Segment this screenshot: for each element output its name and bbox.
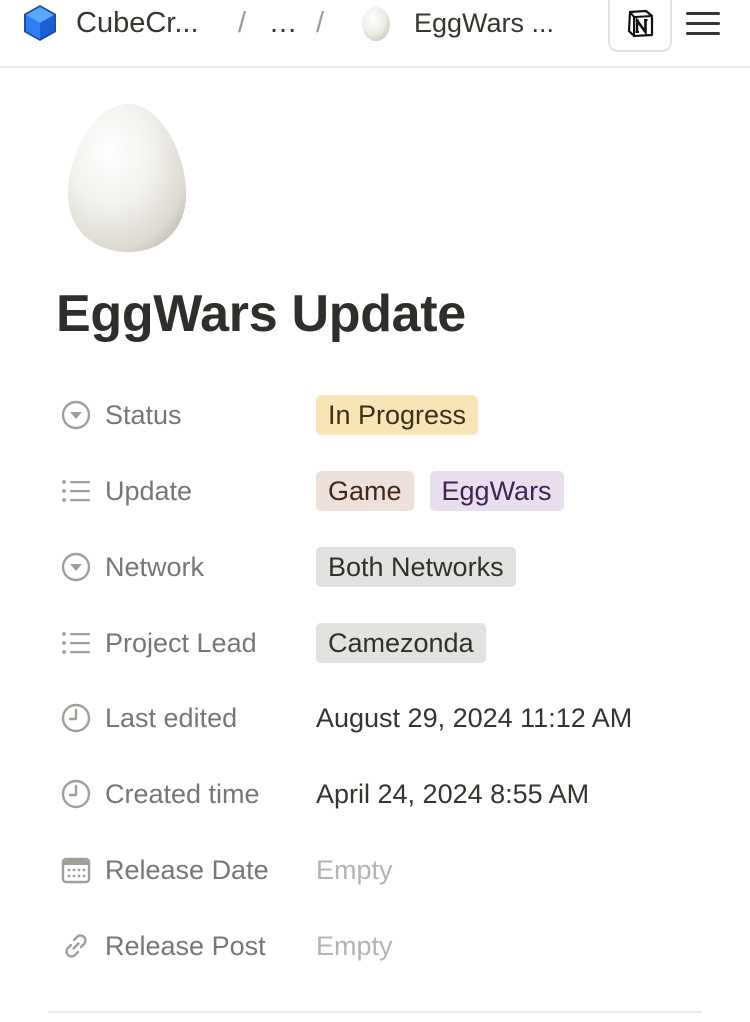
property-row-network[interactable]: Network Both Networks	[0, 539, 750, 595]
property-row-last-edited[interactable]: Last edited August 29, 2024 11:12 AM	[0, 690, 750, 746]
top-bar: CubeCr... / ... / EggWars ...	[0, 0, 750, 68]
property-value-release-post[interactable]: Empty	[316, 918, 393, 974]
project-lead-tag[interactable]: Camezonda	[316, 623, 486, 663]
property-label-release-date: Release Date	[105, 855, 269, 885]
property-value-status[interactable]: In Progress	[316, 387, 479, 443]
page-egg-icon[interactable]	[66, 102, 190, 254]
created-time-timestamp: April 24, 2024 8:55 AM	[316, 778, 590, 809]
multi-select-list-icon	[60, 627, 92, 659]
select-circle-icon	[60, 399, 92, 431]
property-row-release-post[interactable]: Release Post Empty	[0, 918, 750, 974]
property-label-network: Network	[105, 552, 205, 582]
select-circle-icon	[60, 551, 92, 583]
property-label-status: Status	[105, 400, 182, 430]
property-label-release-post: Release Post	[105, 931, 266, 961]
network-tag[interactable]: Both Networks	[316, 547, 516, 587]
workspace-name[interactable]: CubeCr...	[76, 0, 199, 46]
breadcrumb-separator: /	[316, 6, 325, 39]
link-icon	[60, 930, 92, 962]
breadcrumb-egg-icon[interactable]	[360, 0, 392, 46]
property-label-created-time: Created time	[105, 779, 260, 809]
breadcrumb-separator: /	[238, 6, 247, 39]
multi-select-list-icon	[60, 475, 92, 507]
property-label-update: Update	[105, 476, 193, 506]
property-row-release-date[interactable]: Release Date Empty	[0, 842, 750, 898]
property-label-last-edited: Last edited	[105, 703, 238, 733]
last-edited-timestamp: August 29, 2024 11:12 AM	[316, 702, 633, 733]
property-row-created-time[interactable]: Created time April 24, 2024 8:55 AM	[0, 766, 750, 822]
properties-divider	[48, 1011, 702, 1013]
property-row-project-lead[interactable]: Project Lead Camezonda	[0, 615, 750, 671]
breadcrumb-ellipsis[interactable]: ...	[270, 0, 297, 46]
property-value-release-date[interactable]: Empty	[316, 842, 393, 898]
property-row-update[interactable]: Update Game EggWars	[0, 463, 750, 519]
property-value-update[interactable]: Game EggWars	[316, 463, 564, 519]
property-value-last-edited: August 29, 2024 11:12 AM	[316, 690, 632, 746]
property-row-status[interactable]: Status In Progress	[0, 387, 750, 443]
property-label-project-lead: Project Lead	[105, 628, 257, 658]
release-date-empty-value[interactable]: Empty	[316, 855, 393, 886]
release-post-empty-value[interactable]: Empty	[316, 931, 393, 962]
clock-icon	[60, 702, 92, 734]
calendar-icon	[60, 854, 92, 886]
clock-icon	[60, 778, 92, 810]
open-in-notion-button[interactable]	[608, 0, 672, 52]
workspace-cube-icon[interactable]	[20, 0, 60, 46]
property-value-project-lead[interactable]: Camezonda	[316, 615, 486, 671]
breadcrumb-current-page[interactable]: EggWars ...	[414, 0, 554, 46]
update-tag-game[interactable]: Game	[316, 471, 414, 511]
hamburger-menu-icon[interactable]	[684, 6, 724, 40]
status-tag[interactable]: In Progress	[316, 395, 479, 435]
update-tag-eggwars[interactable]: EggWars	[429, 471, 564, 511]
page-title[interactable]: EggWars Update	[56, 284, 466, 344]
property-value-network[interactable]: Both Networks	[316, 539, 516, 595]
notion-logo-icon	[627, 9, 654, 38]
property-value-created-time: April 24, 2024 8:55 AM	[316, 766, 589, 822]
